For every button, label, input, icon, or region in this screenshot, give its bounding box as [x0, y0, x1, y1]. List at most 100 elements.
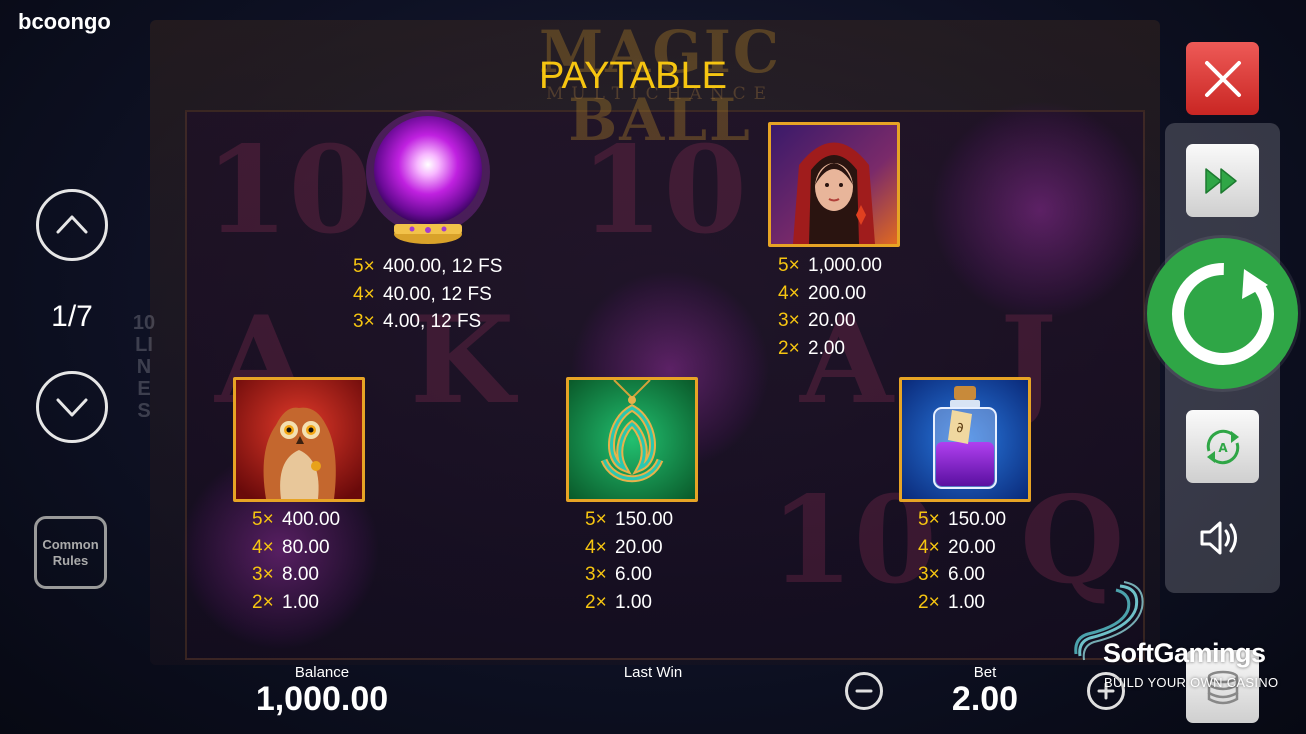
owl-symbol [233, 377, 365, 502]
payout-count: 5× [778, 255, 800, 276]
payout-row: 5× 1,000.00 [778, 252, 882, 280]
payout-row: 5× 400.00 [252, 506, 340, 534]
crystal-ball-payouts: 5× 400.00, 12 FS 4× 40.00, 12 FS 3× 4.00, 1… [353, 253, 502, 336]
payout-row: 5× 400.00, 12 FS [353, 253, 502, 281]
payout-value: 400.00, 12 FS [383, 256, 503, 277]
watermark-tagline: BUILD YOUR OWN CASINO [1104, 675, 1279, 690]
payout-value: 20.00 [948, 536, 996, 558]
close-icon [1204, 60, 1241, 97]
payout-value: 8.00 [282, 564, 319, 585]
payout-value: 20.00 [615, 536, 663, 558]
potion-bottle-symbol: ∂ [899, 377, 1031, 502]
sorceress-payouts: 5× 1,000.00 4× 200.00 3× 20.00 2× 2.00 [778, 252, 882, 362]
payout-count: 2× [252, 591, 274, 613]
crystal-ball-symbol [362, 110, 494, 250]
watermark-name: SoftGamings [1103, 638, 1266, 668]
payout-row: 4× 80.00 [252, 534, 340, 562]
bet-decrease-button[interactable] [845, 672, 883, 710]
sound-button[interactable] [1198, 516, 1246, 560]
payout-row: 3× 20.00 [778, 307, 882, 335]
payout-count: 2× [918, 591, 940, 613]
payout-value: 1.00 [615, 591, 652, 613]
payout-value: 150.00 [615, 509, 674, 530]
payout-count: 4× [585, 536, 607, 558]
payout-count: 4× [918, 536, 940, 558]
payout-row: 4× 200.00 [778, 280, 882, 308]
payout-value: 1.00 [282, 591, 319, 613]
payout-row: 4× 40.00, 12 FS [353, 281, 502, 309]
payout-count: 4× [353, 283, 375, 305]
background-orb [930, 100, 1150, 320]
payout-row: 5× 150.00 [585, 506, 673, 534]
payout-count: 4× [778, 282, 800, 304]
common-rules-label: Rules [52, 552, 89, 568]
background-symbol: 10 [205, 120, 372, 261]
potion-bottle-payouts: 5× 150.00 4× 20.00 3× 6.00 2× 1.00 [918, 506, 1006, 616]
payout-count: 2× [585, 591, 607, 613]
payout-row: 5× 150.00 [918, 506, 1006, 534]
payout-count: 3× [252, 564, 274, 585]
payout-value: 40.00, 12 FS [383, 283, 492, 305]
celtic-amulet-payouts: 5× 150.00 4× 20.00 3× 6.00 2× 1.00 [585, 506, 673, 616]
spin-icon [1171, 262, 1274, 365]
bet-value: 2.00 [951, 680, 1019, 718]
payout-value: 80.00 [282, 536, 330, 558]
balance-label: Balance [294, 664, 350, 681]
payout-value: 1,000.00 [808, 255, 882, 276]
balance-value: 1,000.00 [255, 680, 389, 718]
payout-count: 4× [252, 536, 274, 558]
payout-count: 3× [353, 311, 375, 332]
payout-row: 4× 20.00 [918, 534, 1006, 562]
payout-count: 3× [585, 564, 607, 585]
payout-value: 400.00 [282, 509, 341, 530]
last-win-label: Last Win [623, 664, 683, 681]
page-title: PAYTABLE [539, 55, 727, 97]
payout-count: 3× [778, 310, 800, 331]
payout-count: 5× [918, 509, 940, 530]
page-indicator: 1/7 [51, 300, 93, 333]
payout-value: 20.00 [808, 310, 856, 331]
lines-label: 10 LINES [132, 312, 156, 422]
payout-count: 3× [918, 564, 940, 585]
payout-value: 1.00 [948, 591, 985, 613]
autoplay-icon: A [1206, 429, 1239, 464]
chevron-down-icon [56, 398, 88, 417]
payout-count: 2× [778, 337, 800, 359]
payout-row: 2× 1.00 [252, 589, 340, 617]
minus-icon [855, 689, 873, 693]
spin-button[interactable] [1147, 238, 1298, 389]
payout-count: 5× [252, 509, 274, 530]
payout-value: 150.00 [948, 509, 1007, 530]
bet-label: Bet [973, 664, 997, 681]
page-up-button[interactable] [36, 189, 108, 261]
common-rules-button[interactable]: Common Rules [34, 516, 107, 589]
payout-row: 4× 20.00 [585, 534, 673, 562]
page-down-button[interactable] [36, 371, 108, 443]
payout-row: 2× 1.00 [585, 589, 673, 617]
svg-text:A: A [1218, 441, 1228, 455]
owl-payouts: 5× 400.00 4× 80.00 3× 8.00 2× 1.00 [252, 506, 340, 616]
payout-count: 5× [585, 509, 607, 530]
payout-value: 6.00 [948, 564, 985, 585]
payout-value: 4.00, 12 FS [383, 311, 482, 332]
turbo-button[interactable] [1186, 144, 1259, 217]
payout-row: 3× 4.00, 12 FS [353, 308, 502, 336]
payout-row: 3× 6.00 [918, 561, 1006, 589]
payout-value: 6.00 [615, 564, 652, 585]
payout-value: 2.00 [808, 337, 845, 359]
payout-row: 3× 8.00 [252, 561, 340, 589]
sorceress-symbol [768, 122, 900, 247]
payout-row: 2× 1.00 [918, 589, 1006, 617]
provider-logo: bcoongo [18, 9, 111, 34]
common-rules-label: Common [42, 536, 99, 552]
payout-count: 5× [353, 256, 375, 277]
fast-forward-icon [1204, 167, 1237, 194]
autoplay-button[interactable]: A [1186, 410, 1259, 483]
chevron-up-icon [56, 215, 88, 234]
celtic-amulet-symbol [566, 377, 698, 502]
payout-row: 2× 2.00 [778, 335, 882, 363]
sound-icon [1200, 521, 1237, 555]
payout-value: 200.00 [808, 282, 867, 304]
close-button[interactable] [1186, 42, 1259, 115]
svg-text:∂: ∂ [956, 420, 963, 436]
